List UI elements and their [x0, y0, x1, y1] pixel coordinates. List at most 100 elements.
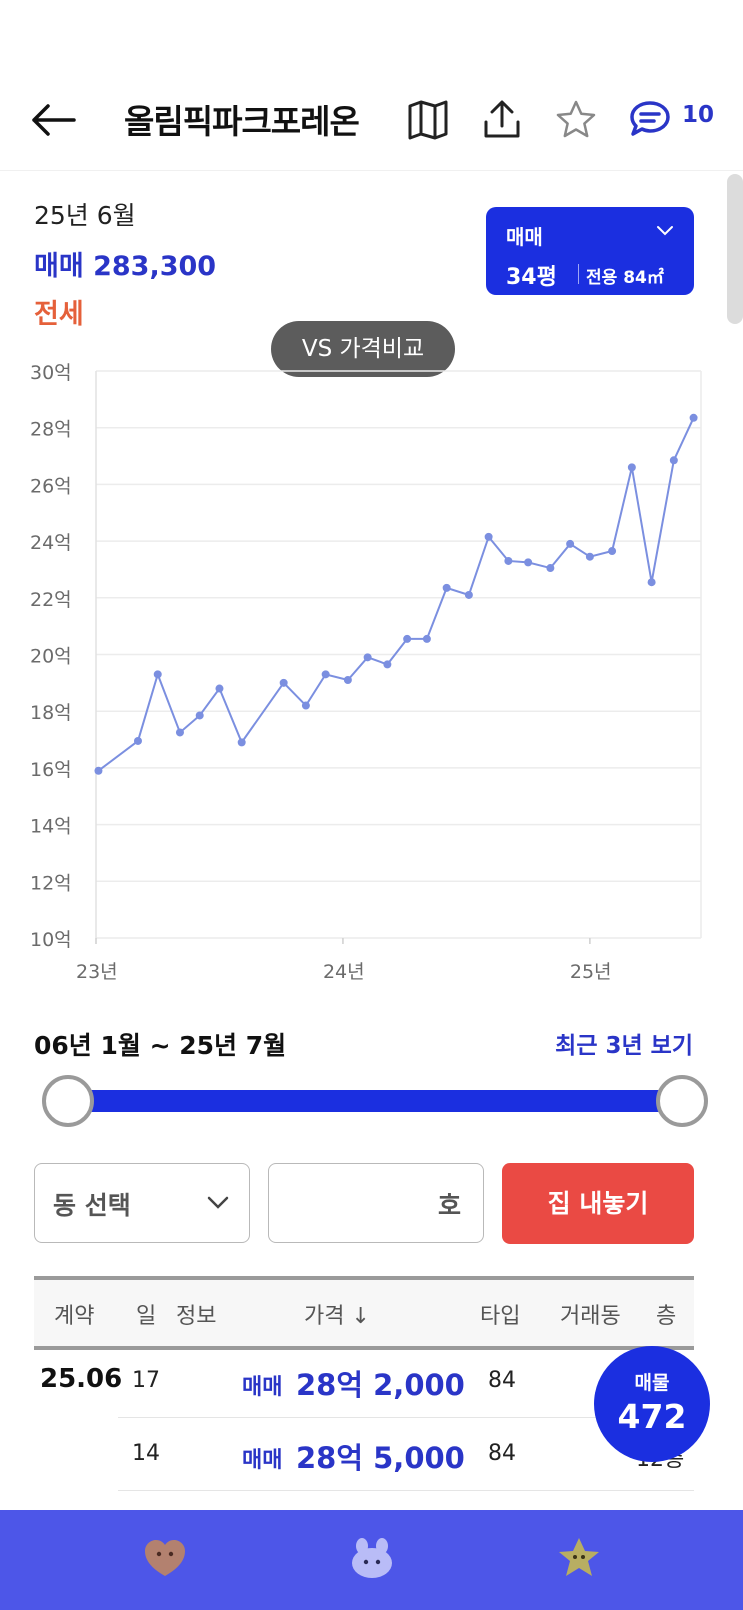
- y-tick-label: 26억: [30, 475, 72, 497]
- y-tick-label: 20억: [30, 646, 72, 668]
- row-day: 14: [132, 1441, 160, 1466]
- back-arrow-icon[interactable]: [30, 100, 76, 140]
- trade-type-label: 매매: [506, 225, 543, 249]
- x-axis: 23년 24년 25년: [76, 938, 612, 980]
- type-selector[interactable]: 매매 34평 전용 84㎡: [486, 207, 694, 295]
- comment-icon[interactable]: [628, 98, 672, 142]
- data-point: [566, 539, 575, 548]
- bottom-navigation: [0, 1510, 743, 1610]
- data-point: [669, 456, 678, 465]
- list-house-button[interactable]: 집 내놓기: [502, 1163, 694, 1244]
- data-point: [585, 552, 594, 561]
- row-trade-kind: 매매: [242, 1448, 283, 1473]
- period-slider-track[interactable]: [68, 1090, 682, 1112]
- scrollbar[interactable]: [727, 174, 743, 324]
- y-tick-label: 30억: [30, 362, 72, 384]
- contract-month: 25.06: [40, 1364, 123, 1394]
- listing-count: 472: [617, 1397, 687, 1436]
- data-point: [422, 634, 431, 643]
- col-price[interactable]: 가격 ↓: [304, 1298, 370, 1330]
- sale-price: 매매 283,300: [34, 251, 217, 282]
- dong-select-label: 동 선택: [53, 1191, 131, 1220]
- data-point: [321, 670, 330, 679]
- data-point: [279, 678, 288, 687]
- page-title: 올림픽파크포레온: [124, 102, 360, 141]
- comment-count[interactable]: 10: [682, 102, 714, 128]
- col-info[interactable]: 정보: [176, 1298, 216, 1330]
- jeonse-label: 전세: [34, 299, 84, 330]
- data-point: [484, 532, 493, 541]
- col-contract[interactable]: 계약: [54, 1298, 94, 1330]
- y-tick-label: 24억: [30, 532, 72, 554]
- data-point: [403, 634, 412, 643]
- y-tick-label: 18억: [30, 702, 72, 724]
- y-tick-label: 16억: [30, 759, 72, 781]
- data-point: [133, 736, 142, 745]
- slider-start-handle[interactable]: [42, 1075, 94, 1127]
- chevron-down-icon: [207, 1196, 229, 1209]
- chevron-down-icon: [657, 226, 673, 236]
- slider-end-handle[interactable]: [656, 1075, 708, 1127]
- bunny-face-icon[interactable]: [348, 1536, 396, 1580]
- star-face-icon[interactable]: [555, 1536, 603, 1580]
- data-point: [524, 558, 533, 567]
- price-chart: 30억 28억 26억 24억 22억 20억 18억 16억 14억 12억 10억 23년 24년…: [30, 362, 702, 980]
- data-point: [689, 413, 698, 422]
- data-point: [343, 676, 352, 685]
- pyeong-label: 34평: [506, 265, 557, 290]
- period-range-label: 06년 1월 ~ 25년 7월: [34, 1031, 287, 1060]
- row-type: 84: [488, 1368, 516, 1393]
- y-tick-label: 28억: [30, 419, 72, 441]
- data-point: [504, 556, 513, 565]
- data-point: [175, 728, 184, 737]
- data-point: [301, 701, 310, 710]
- data-point: [647, 578, 656, 587]
- area-label: 전용 84㎡: [586, 268, 664, 288]
- price-line: [97, 417, 695, 772]
- star-favorite-icon[interactable]: [554, 98, 598, 142]
- x-tick-label: 23년: [76, 961, 118, 980]
- chart-grid: [95, 370, 702, 939]
- data-point: [464, 590, 473, 599]
- col-building[interactable]: 거래동: [560, 1298, 621, 1330]
- divider: [578, 264, 579, 284]
- share-icon[interactable]: [480, 98, 524, 142]
- map-icon[interactable]: [406, 98, 450, 142]
- col-floor[interactable]: 층: [656, 1298, 676, 1330]
- x-tick-label: 24년: [323, 961, 365, 980]
- row-day: 17: [132, 1368, 160, 1393]
- data-point: [442, 583, 451, 592]
- ho-input[interactable]: 호: [268, 1163, 484, 1243]
- row-price: 28억 2,000: [296, 1368, 465, 1402]
- data-point: [195, 711, 204, 720]
- data-point: [94, 766, 103, 775]
- selected-date: 25년 6월: [34, 201, 136, 230]
- y-axis: 30억 28억 26억 24억 22억 20억 18억 16억 14억 12억 10억: [30, 362, 72, 951]
- data-point: [237, 738, 246, 747]
- data-point: [627, 463, 636, 472]
- row-type: 84: [488, 1441, 516, 1466]
- y-tick-label: 22억: [30, 589, 72, 611]
- data-point: [215, 684, 224, 693]
- col-type[interactable]: 타입: [480, 1298, 520, 1330]
- top-bar: 올림픽파크포레온 10: [0, 70, 743, 171]
- data-point: [153, 670, 162, 679]
- data-point: [608, 547, 617, 556]
- row-price: 28억 5,000: [296, 1441, 465, 1475]
- heart-face-icon[interactable]: [141, 1536, 189, 1580]
- price-series: [94, 413, 698, 775]
- row-trade-kind: 매매: [242, 1375, 283, 1400]
- listing-count-button[interactable]: 매물 472: [594, 1346, 710, 1462]
- data-point: [546, 564, 555, 573]
- y-tick-label: 12억: [30, 872, 72, 894]
- data-point: [383, 660, 392, 669]
- table-header: 계약 일 정보 가격 ↓ 타입 거래동 층: [34, 1276, 694, 1350]
- listing-label: 매물: [634, 1372, 670, 1394]
- col-day[interactable]: 일: [136, 1298, 156, 1330]
- recent-3-years-link[interactable]: 최근 3년 보기: [555, 1026, 693, 1060]
- y-tick-label: 14억: [30, 816, 72, 838]
- data-point: [363, 653, 372, 662]
- dong-select[interactable]: 동 선택: [34, 1163, 250, 1243]
- y-tick-label: 10억: [30, 929, 72, 951]
- x-tick-label: 25년: [570, 961, 612, 980]
